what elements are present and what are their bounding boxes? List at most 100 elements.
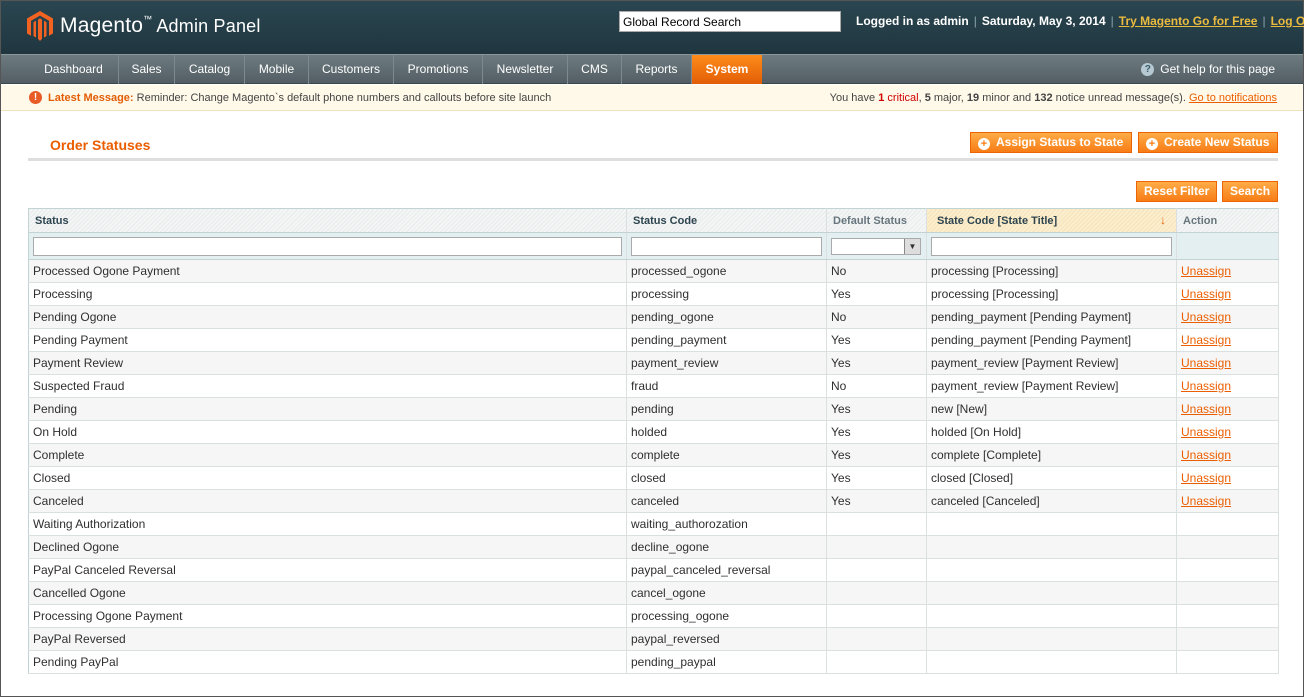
table-row[interactable]: Pending Ogone pending_ogone No pending_paym…	[28, 305, 1279, 329]
nav-dashboard[interactable]: Dashboard	[29, 55, 119, 84]
cell-default-status: No	[826, 374, 927, 398]
nav-customers[interactable]: Customers	[309, 55, 394, 84]
latest-message: Latest Message: Reminder: Change Magento…	[48, 92, 552, 104]
table-row[interactable]: PayPal Reversed paypal_reversed	[28, 627, 1279, 651]
try-magento-go-link[interactable]: Try Magento Go for Free	[1119, 14, 1258, 28]
nav-cms[interactable]: CMS	[568, 55, 622, 84]
filter-status-input[interactable]	[33, 236, 622, 256]
table-row[interactable]: Pending PayPal pending_paypal	[28, 650, 1279, 674]
filter-state-code-input[interactable]	[931, 236, 1172, 256]
table-row[interactable]: Complete complete Yes complete [Complete] Un…	[28, 443, 1279, 467]
cell-status: On Hold	[28, 420, 627, 444]
cell-status-code: pending_ogone	[626, 305, 827, 329]
cell-default-status: Yes	[826, 351, 927, 375]
table-row[interactable]: Canceled canceled Yes canceled [Canceled] Un…	[28, 489, 1279, 513]
table-row[interactable]: Waiting Authorization waiting_authorozati…	[28, 512, 1279, 536]
nav-newsletter[interactable]: Newsletter	[483, 55, 568, 84]
cell-action	[1176, 581, 1279, 605]
nav-mobile[interactable]: Mobile	[245, 55, 309, 84]
col-state-code[interactable]: State Code [State Title] ↓	[926, 208, 1177, 233]
cell-status: Processing Ogone Payment	[28, 604, 627, 628]
cell-action	[1176, 650, 1279, 674]
col-status-code[interactable]: Status Code	[626, 208, 827, 233]
filter-default-status-select[interactable]: ▼	[831, 237, 921, 255]
assign-status-button[interactable]: + Assign Status to State	[970, 132, 1132, 153]
col-status[interactable]: Status	[28, 208, 627, 233]
table-row[interactable]: Processed Ogone Payment processed_ogone No…	[28, 259, 1279, 283]
unassign-link[interactable]: Unassign	[1181, 264, 1231, 278]
table-row[interactable]: Processing processing Yes processing [Proce…	[28, 282, 1279, 306]
plus-icon: +	[978, 138, 990, 150]
unassign-link[interactable]: Unassign	[1181, 425, 1231, 439]
dropdown-arrow-icon: ▼	[904, 238, 920, 254]
table-row[interactable]: Payment Review payment_review Yes payment_r…	[28, 351, 1279, 375]
go-to-notifications-link[interactable]: Go to notifications	[1189, 92, 1277, 104]
header-links: Logged in as admin | Saturday, May 3, 2014…	[856, 14, 1304, 28]
table-row[interactable]: Processing Ogone Payment processing_ogone	[28, 604, 1279, 628]
nav-sales[interactable]: Sales	[119, 55, 175, 84]
unassign-link[interactable]: Unassign	[1181, 448, 1231, 462]
unassign-link[interactable]: Unassign	[1181, 287, 1231, 301]
cell-state-code: complete [Complete]	[926, 443, 1177, 467]
cell-status-code: pending_paypal	[626, 650, 827, 674]
unassign-link[interactable]: Unassign	[1181, 356, 1231, 370]
cell-state-code: payment_review [Payment Review]	[926, 374, 1177, 398]
unassign-link[interactable]: Unassign	[1181, 310, 1231, 324]
col-action: Action	[1176, 208, 1279, 233]
message-bar: ! Latest Message: Reminder: Change Magen…	[1, 85, 1303, 111]
table-row[interactable]: Declined Ogone decline_ogone	[28, 535, 1279, 559]
unassign-link[interactable]: Unassign	[1181, 471, 1231, 485]
cell-status: Pending	[28, 397, 627, 421]
search-button[interactable]: Search	[1222, 181, 1278, 202]
logo-text: Magento™ Admin Panel	[60, 14, 261, 37]
magento-logo[interactable]: Magento™ Admin Panel	[27, 11, 261, 41]
logout-link[interactable]: Log Out	[1271, 14, 1304, 28]
cell-action: Unassign	[1176, 443, 1279, 467]
cell-action	[1176, 604, 1279, 628]
filter-status-code-input[interactable]	[631, 236, 822, 256]
unassign-link[interactable]: Unassign	[1181, 494, 1231, 508]
cell-status-code: pending	[626, 397, 827, 421]
nav-catalog[interactable]: Catalog	[175, 55, 245, 84]
cell-state-code: payment_review [Payment Review]	[926, 351, 1177, 375]
nav-promotions[interactable]: Promotions	[394, 55, 483, 84]
table-row[interactable]: PayPal Canceled Reversal paypal_canceled_…	[28, 558, 1279, 582]
table-row[interactable]: On Hold holded Yes holded [On Hold] Unassign	[28, 420, 1279, 444]
cell-state-code: holded [On Hold]	[926, 420, 1177, 444]
cell-default-status: No	[826, 259, 927, 283]
cell-status-code: processing	[626, 282, 827, 306]
unassign-link[interactable]: Unassign	[1181, 402, 1231, 416]
help-label: Get help for this page	[1160, 62, 1275, 76]
cell-action: Unassign	[1176, 351, 1279, 375]
create-new-status-button[interactable]: + Create New Status	[1138, 132, 1278, 153]
cell-default-status: Yes	[826, 443, 927, 467]
nav-system[interactable]: System	[692, 55, 762, 84]
unassign-link[interactable]: Unassign	[1181, 379, 1231, 393]
cell-status: Processing	[28, 282, 627, 306]
table-row[interactable]: Pending Payment pending_payment Yes pending…	[28, 328, 1279, 352]
cell-state-code: canceled [Canceled]	[926, 489, 1177, 513]
reset-filter-button[interactable]: Reset Filter	[1136, 181, 1217, 202]
cell-status: Closed	[28, 466, 627, 490]
cell-status-code: canceled	[626, 489, 827, 513]
unassign-link[interactable]: Unassign	[1181, 333, 1231, 347]
cell-state-code	[926, 650, 1177, 674]
cell-status: Suspected Fraud	[28, 374, 627, 398]
help-link[interactable]: ? Get help for this page	[1141, 55, 1275, 84]
cell-action	[1176, 627, 1279, 651]
cell-status-code: complete	[626, 443, 827, 467]
cell-status-code: waiting_authorozation	[626, 512, 827, 536]
col-default-status[interactable]: Default Status	[826, 208, 927, 233]
cell-status-code: payment_review	[626, 351, 827, 375]
table-row[interactable]: Suspected Fraud fraud No payment_review [Pa…	[28, 374, 1279, 398]
nav-reports[interactable]: Reports	[622, 55, 692, 84]
global-search-input[interactable]	[619, 11, 841, 32]
order-status-grid: Status Status Code Default Status State …	[28, 208, 1279, 674]
table-row[interactable]: Closed closed Yes closed [Closed] Unassign	[28, 466, 1279, 490]
cell-default-status	[826, 604, 927, 628]
table-row[interactable]: Pending pending Yes new [New] Unassign	[28, 397, 1279, 421]
cell-status: Pending Payment	[28, 328, 627, 352]
cell-status-code: pending_payment	[626, 328, 827, 352]
cell-action	[1176, 558, 1279, 582]
table-row[interactable]: Cancelled Ogone cancel_ogone	[28, 581, 1279, 605]
